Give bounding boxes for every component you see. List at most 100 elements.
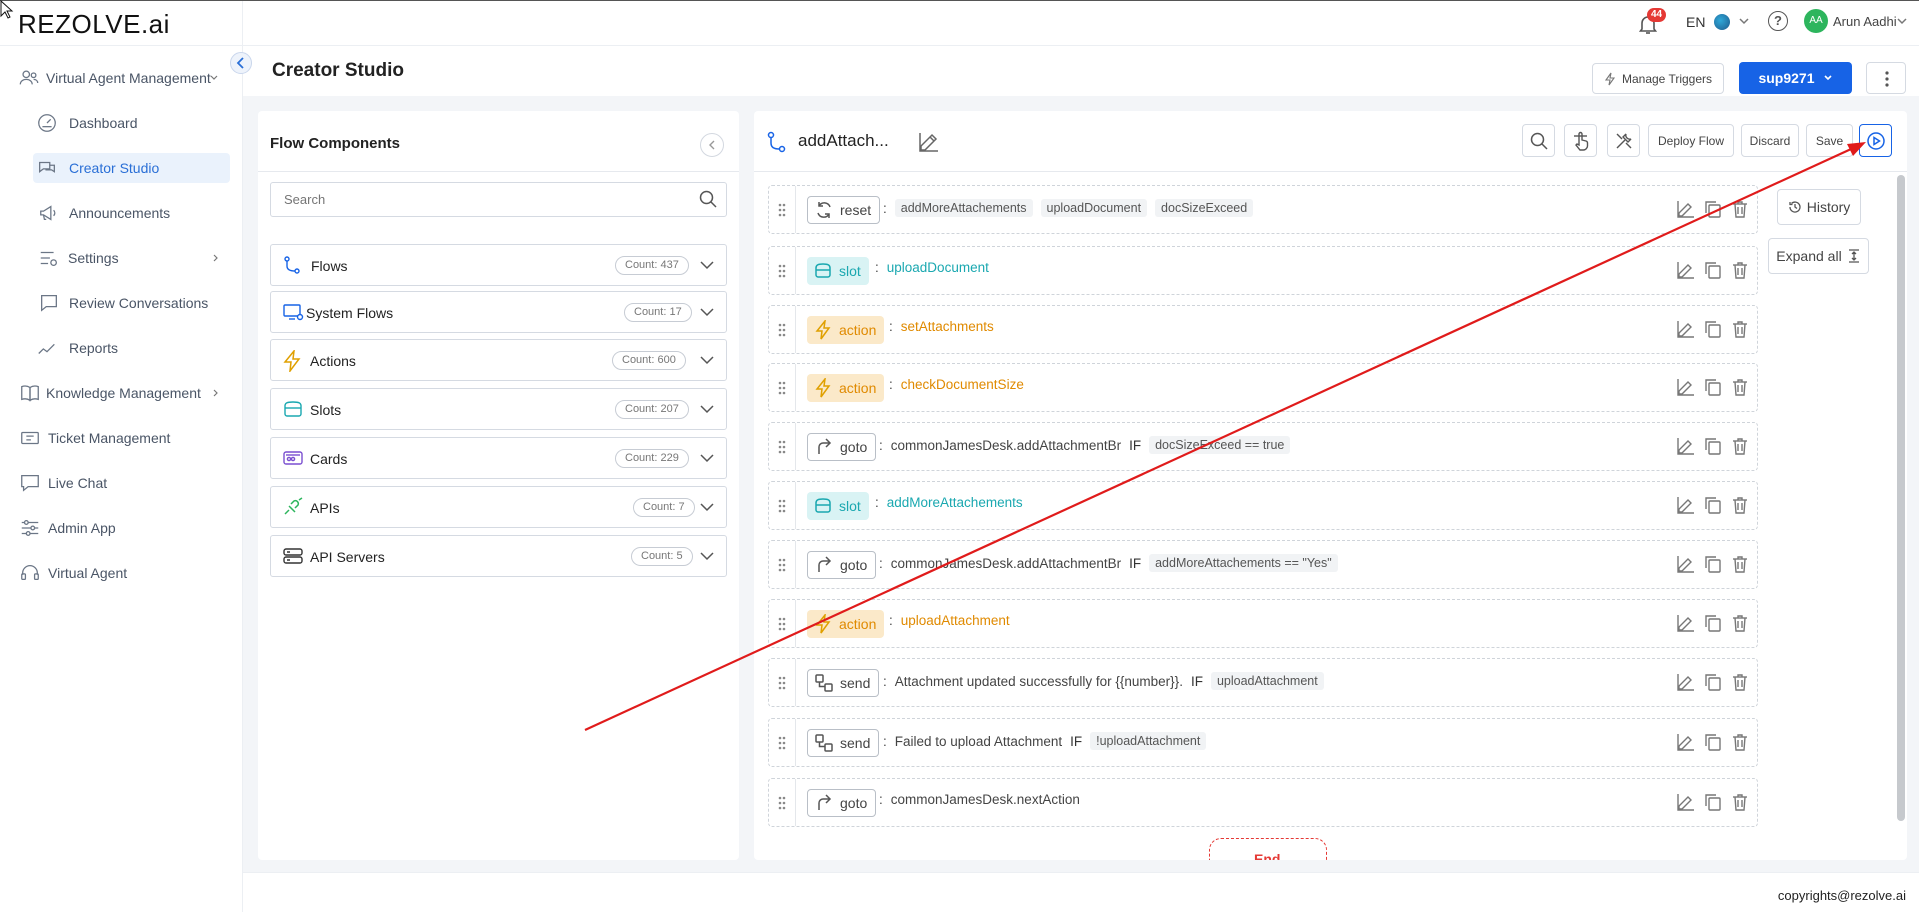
category-system-flows[interactable]: System Flows Count: 17 [270, 291, 727, 333]
save-button[interactable]: Save [1806, 124, 1853, 157]
sidebar-item-announcements[interactable]: Announcements [0, 198, 240, 228]
delete-step-icon[interactable] [1730, 732, 1750, 752]
copy-step-icon[interactable] [1703, 436, 1723, 456]
category-cards[interactable]: Cards Count: 229 [270, 437, 727, 479]
flow-step-action[interactable]: action: checkDocumentSize [768, 363, 1758, 412]
scrollbar[interactable] [1897, 175, 1905, 821]
drag-handle-icon[interactable] [777, 322, 787, 338]
edit-step-icon[interactable] [1676, 792, 1696, 812]
delete-step-icon[interactable] [1730, 319, 1750, 339]
copy-step-icon[interactable] [1703, 377, 1723, 397]
drag-handle-icon[interactable] [777, 557, 787, 573]
delete-step-icon[interactable] [1730, 672, 1750, 692]
sidebar-item-dashboard[interactable]: Dashboard [0, 108, 240, 138]
help-icon[interactable]: ? [1768, 11, 1788, 31]
flow-step-action[interactable]: action: setAttachments [768, 305, 1758, 354]
drag-handle-icon[interactable] [777, 735, 787, 751]
user-name[interactable]: Arun Aadhi [1833, 14, 1897, 29]
manage-triggers-button[interactable]: Manage Triggers [1592, 63, 1724, 94]
avatar[interactable]: AA [1804, 9, 1828, 33]
flow-step-goto[interactable]: goto: commonJamesDesk.nextAction [768, 778, 1758, 827]
sidebar-item-live-chat[interactable]: Live Chat [0, 468, 240, 498]
language-chevron-down-icon[interactable] [1738, 15, 1750, 27]
edit-flow-name-icon[interactable] [917, 130, 941, 154]
delete-step-icon[interactable] [1730, 260, 1750, 280]
sidebar-item-reports[interactable]: Reports [0, 333, 240, 363]
edit-step-icon[interactable] [1676, 260, 1696, 280]
brand-logo[interactable]: REZOLVE.ai [18, 9, 170, 40]
edit-step-icon[interactable] [1676, 613, 1696, 633]
drag-handle-icon[interactable] [777, 439, 787, 455]
delete-step-icon[interactable] [1730, 613, 1750, 633]
edit-step-icon[interactable] [1676, 672, 1696, 692]
sidebar-item-knowledge-management[interactable]: Knowledge Management [0, 378, 240, 408]
copy-step-icon[interactable] [1703, 672, 1723, 692]
sidebar-item-admin-app[interactable]: Admin App [0, 513, 240, 543]
category-flows[interactable]: Flows Count: 437 [270, 244, 727, 286]
tools-button[interactable] [1607, 124, 1640, 157]
flow-step-slot[interactable]: slot: uploadDocument [768, 246, 1758, 295]
category-api-servers[interactable]: API Servers Count: 5 [270, 535, 727, 577]
category-slots[interactable]: Slots Count: 207 [270, 388, 727, 430]
copy-step-icon[interactable] [1703, 199, 1723, 219]
tap-mode-button[interactable] [1564, 124, 1597, 157]
delete-step-icon[interactable] [1730, 436, 1750, 456]
delete-step-icon[interactable] [1730, 495, 1750, 515]
user-menu-chevron-down-icon[interactable] [1896, 15, 1908, 27]
search-input[interactable] [270, 182, 727, 217]
flow-step-send[interactable]: send: Attachment updated successfully for… [768, 658, 1758, 707]
edit-step-icon[interactable] [1676, 554, 1696, 574]
category-actions[interactable]: Actions Count: 600 [270, 339, 727, 381]
drag-handle-icon[interactable] [777, 202, 787, 218]
copy-step-icon[interactable] [1703, 495, 1723, 515]
language-label[interactable]: EN [1686, 14, 1705, 30]
edit-step-icon[interactable] [1676, 495, 1696, 515]
globe-icon[interactable] [1714, 14, 1730, 30]
drag-handle-icon[interactable] [777, 675, 787, 691]
flow-step-reset[interactable]: reset: addMoreAttachements uploadDocument d… [768, 185, 1758, 234]
category-apis[interactable]: APIs Count: 7 [270, 486, 727, 528]
discard-button[interactable]: Discard [1741, 124, 1799, 157]
copy-step-icon[interactable] [1703, 792, 1723, 812]
expand-all-button[interactable]: Expand all [1768, 238, 1869, 274]
delete-step-icon[interactable] [1730, 199, 1750, 219]
drag-handle-icon[interactable] [777, 795, 787, 811]
flow-step-goto[interactable]: goto: commonJamesDesk.addAttachmentBr IF do… [768, 422, 1758, 471]
flow-step-goto[interactable]: goto: commonJamesDesk.addAttachmentBr IF ad… [768, 540, 1758, 589]
flow-components-collapse-button[interactable] [700, 133, 724, 157]
edit-step-icon[interactable] [1676, 436, 1696, 456]
history-button[interactable]: History [1777, 189, 1861, 225]
search-icon[interactable] [698, 189, 718, 209]
edit-step-icon[interactable] [1676, 732, 1696, 752]
copy-step-icon[interactable] [1703, 613, 1723, 633]
delete-step-icon[interactable] [1730, 377, 1750, 397]
sidebar-item-virtual-agent-management[interactable]: Virtual Agent Management [0, 63, 240, 93]
edit-step-icon[interactable] [1676, 199, 1696, 219]
copy-step-icon[interactable] [1703, 319, 1723, 339]
edit-step-icon[interactable] [1676, 319, 1696, 339]
edit-step-icon[interactable] [1676, 377, 1696, 397]
sidebar-item-settings[interactable]: Settings [0, 243, 240, 273]
flow-step-send[interactable]: send: Failed to upload Attachment IF !uploa… [768, 718, 1758, 767]
sidebar-item-creator-studio[interactable]: Creator Studio [0, 153, 240, 183]
more-options-button[interactable] [1866, 62, 1906, 94]
copy-step-icon[interactable] [1703, 732, 1723, 752]
run-flow-button[interactable] [1859, 124, 1892, 157]
drag-handle-icon[interactable] [777, 498, 787, 514]
copy-step-icon[interactable] [1703, 554, 1723, 574]
sidebar-collapse-button[interactable] [230, 52, 252, 74]
sidebar-item-review-conversations[interactable]: Review Conversations [0, 288, 240, 318]
delete-step-icon[interactable] [1730, 792, 1750, 812]
search-flow-button[interactable] [1522, 124, 1555, 157]
drag-handle-icon[interactable] [777, 616, 787, 632]
copy-step-icon[interactable] [1703, 260, 1723, 280]
sidebar-item-virtual-agent[interactable]: Virtual Agent [0, 558, 240, 588]
delete-step-icon[interactable] [1730, 554, 1750, 574]
drag-handle-icon[interactable] [777, 380, 787, 396]
instance-select-button[interactable]: sup9271 [1739, 62, 1852, 94]
flow-step-slot[interactable]: slot: addMoreAttachements [768, 481, 1758, 530]
drag-handle-icon[interactable] [777, 263, 787, 279]
deploy-flow-button[interactable]: Deploy Flow [1648, 124, 1734, 157]
sidebar-item-ticket-management[interactable]: Ticket Management [0, 423, 240, 453]
flow-step-action[interactable]: action: uploadAttachment [768, 599, 1758, 648]
